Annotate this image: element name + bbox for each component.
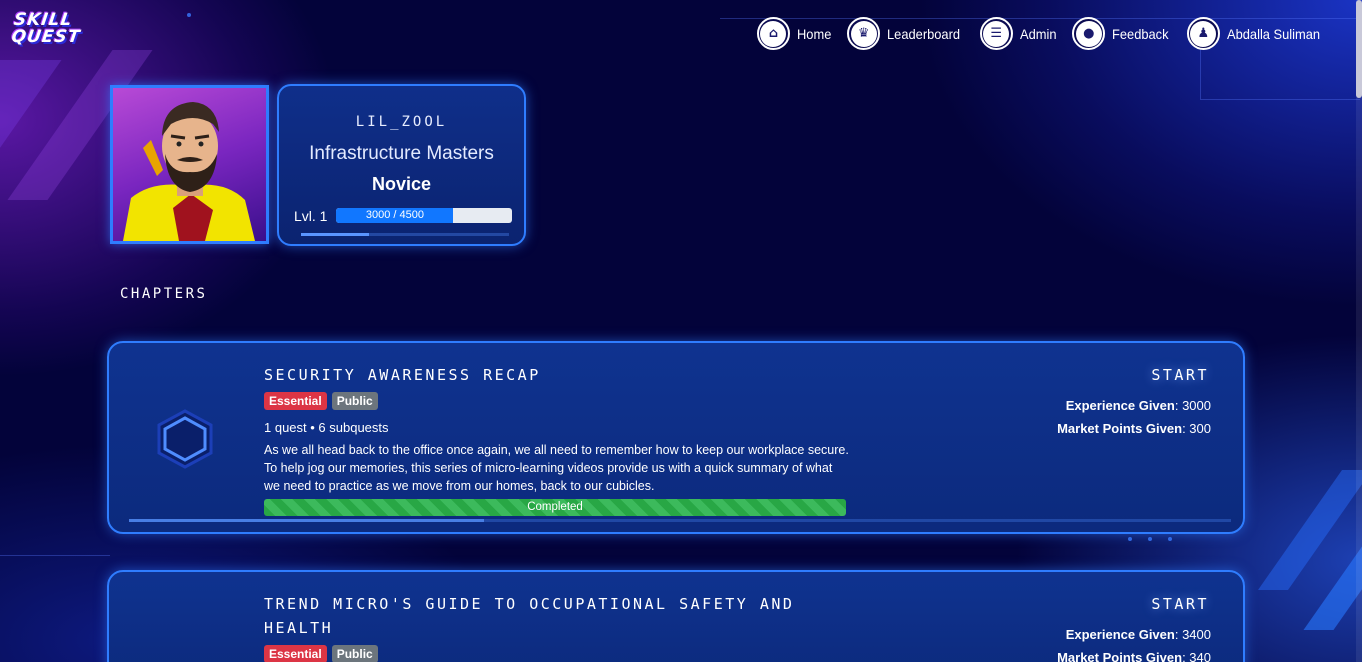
avatar[interactable] <box>110 85 269 244</box>
chapter-title: Trend Micro's Guide to Occupational Safe… <box>264 595 795 637</box>
experience-label: Experience Given <box>1065 627 1175 642</box>
public-badge: Public <box>331 392 378 410</box>
experience-label: Experience Given <box>1065 398 1175 413</box>
user-glyph: ♟ <box>1190 20 1217 47</box>
start-button[interactable]: START <box>1151 366 1209 384</box>
chapter-title: Security Awareness Recap <box>264 366 541 384</box>
start-button[interactable]: START <box>1151 595 1209 613</box>
xp-progress-text: 3000 / 4500 <box>365 209 425 221</box>
chapter-tags: Essential Public <box>264 392 383 410</box>
user-icon: ♟ <box>1186 17 1220 50</box>
list-glyph: ☰ <box>983 20 1010 47</box>
chapter-meta: 1 quest • 6 subquests <box>264 420 389 435</box>
experience-value: 3000 <box>1182 398 1211 413</box>
logo-line-2: QUEST <box>10 27 82 47</box>
scrollbar-track[interactable] <box>1356 0 1362 662</box>
card-underline <box>301 233 509 236</box>
xp-progress-bar: 3000 / 4500 <box>336 208 512 223</box>
top-nav: ⌂ Home ♛ Leaderboard ☰ Admin ● Feedback … <box>744 17 1328 50</box>
chapter-card[interactable]: Security Awareness Recap Essential Publi… <box>107 341 1245 534</box>
team-name: Infrastructure Masters <box>309 143 494 164</box>
home-glyph: ⌂ <box>760 20 787 47</box>
chat-bubble-icon: ● <box>1072 17 1106 50</box>
market-value: 340 <box>1189 650 1211 662</box>
decor-dot <box>1148 537 1152 541</box>
chapter-tags: Essential Public <box>264 645 383 662</box>
essential-badge: Essential <box>264 645 327 662</box>
scrollbar-thumb[interactable] <box>1356 0 1362 98</box>
market-points-given: Market Points Given: 300 <box>1057 421 1211 436</box>
essential-badge: Essential <box>264 392 327 410</box>
rank-title: Novice <box>371 174 432 194</box>
home-icon: ⌂ <box>756 17 790 50</box>
chapters-heading: CHAPTERS <box>120 286 208 302</box>
experience-given: Experience Given: 3400 <box>1065 627 1211 642</box>
public-badge: Public <box>331 645 378 662</box>
list-icon: ☰ <box>979 17 1013 50</box>
decor-dot <box>1128 537 1132 541</box>
nav-feedback-label: Feedback <box>1112 25 1169 42</box>
decor-dot <box>1168 537 1172 541</box>
chapter-underline-highlight <box>129 519 484 522</box>
chat-glyph: ● <box>1075 20 1102 47</box>
nav-feedback[interactable]: ● Feedback <box>1072 17 1173 50</box>
nav-user-profile[interactable]: ♟ Abdalla Suliman <box>1186 17 1328 50</box>
username: lil_zool <box>355 114 448 130</box>
decor-line <box>0 555 110 556</box>
profile-card: lil_zool Infrastructure Masters Novice L… <box>277 84 526 246</box>
experience-value: 3400 <box>1182 627 1211 642</box>
trophy-icon: ♛ <box>847 17 881 50</box>
skillquest-logo[interactable]: SKILL QUEST <box>9 10 97 56</box>
decor-dot <box>187 13 191 17</box>
nav-leaderboard[interactable]: ♛ Leaderboard <box>847 17 966 50</box>
nav-admin[interactable]: ☰ Admin <box>979 17 1060 50</box>
nav-home[interactable]: ⌂ Home <box>756 17 834 50</box>
chapter-description: As we all head back to the office once a… <box>264 443 849 493</box>
card-underline-highlight <box>301 233 369 236</box>
nav-home-label: Home <box>796 25 832 42</box>
trophy-glyph: ♛ <box>850 20 877 47</box>
chapter-progress-bar: Completed <box>264 499 846 516</box>
level-label: Lvl. 1 <box>294 208 328 224</box>
chapter-card[interactable]: Trend Micro's Guide to Occupational Safe… <box>107 570 1245 662</box>
nav-admin-label: Admin <box>1019 25 1057 42</box>
avatar-illustration <box>123 102 255 241</box>
market-value: 300 <box>1189 421 1211 436</box>
nav-leaderboard-label: Leaderboard <box>887 25 961 42</box>
nav-user-label: Abdalla Suliman <box>1226 25 1320 42</box>
experience-given: Experience Given: 3000 <box>1065 398 1211 413</box>
hexagon-icon <box>157 409 213 469</box>
chapter-progress-label: Completed <box>527 501 583 513</box>
market-label: Market Points Given <box>1057 421 1183 436</box>
market-label: Market Points Given <box>1057 650 1183 662</box>
chapter-underline <box>129 519 1231 522</box>
market-points-given: Market Points Given: 340 <box>1057 650 1211 662</box>
